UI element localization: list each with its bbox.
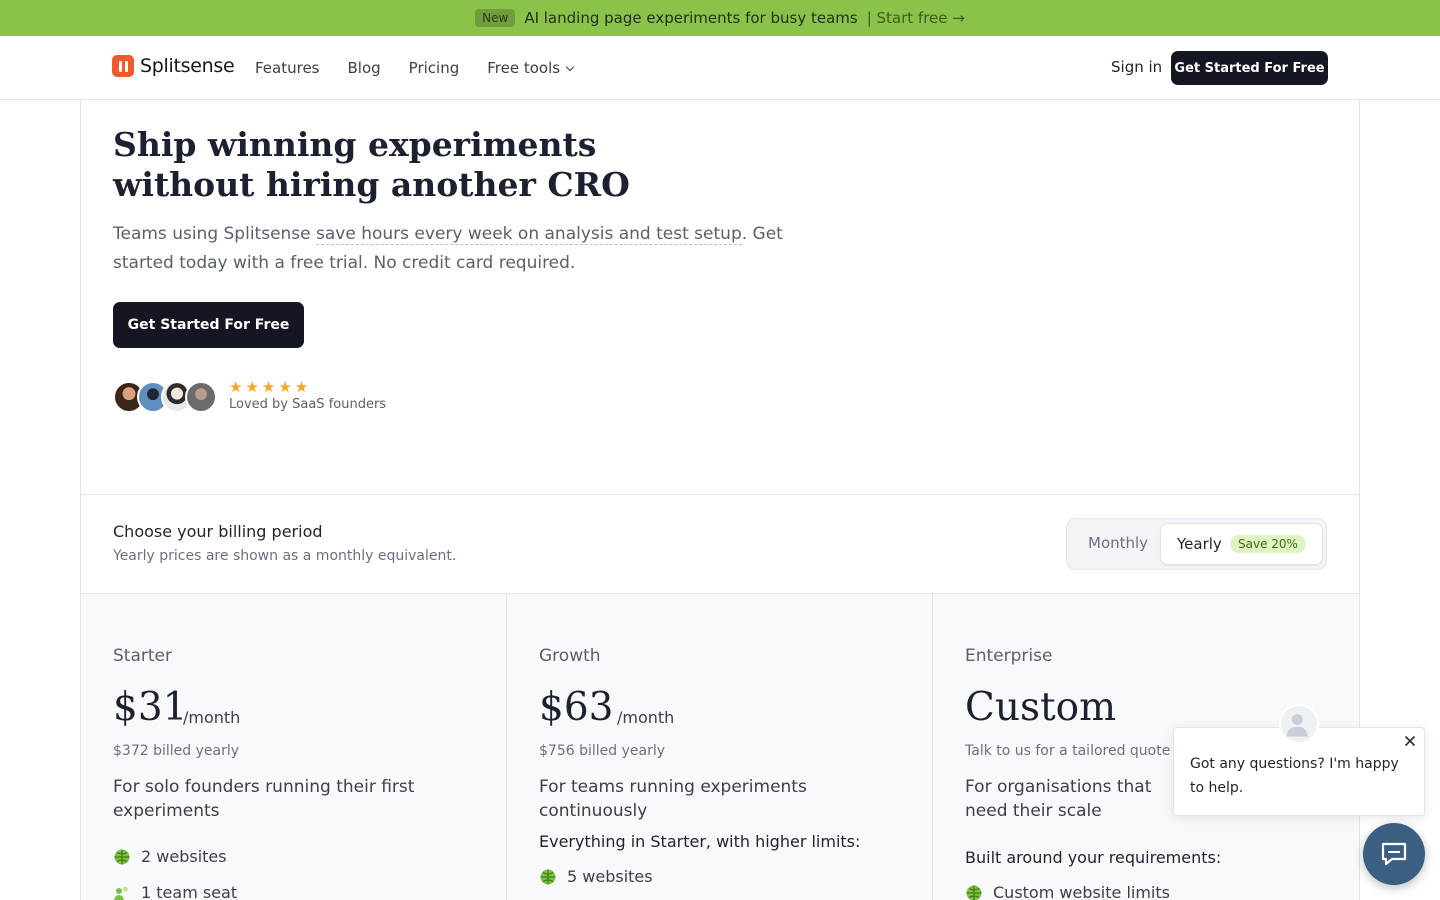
globe-icon — [114, 849, 130, 864]
plan-billed-growth: $756 billed yearly — [539, 743, 665, 759]
plan-name-starter: Starter — [113, 646, 172, 666]
plan-divider — [506, 594, 507, 900]
plan-billed-starter: $372 billed yearly — [113, 743, 239, 759]
nav-get-started-button[interactable]: Get Started For Free — [1171, 51, 1328, 85]
hero-title-line-2: without hiring another CRO — [113, 165, 630, 204]
logo-icon — [112, 55, 134, 77]
plan-description-enterprise: For organisations that need their scale — [965, 777, 1152, 821]
nav-dropdown-free-tools[interactable]: Free tools — [487, 59, 575, 77]
hero-sub-start: Teams using Splitsense — [113, 224, 317, 244]
nav-link-blog[interactable]: Blog — [348, 59, 381, 77]
chat-agent-avatar — [1279, 704, 1319, 744]
hero-sub-highlight: save hours every week on analysis and te… — [316, 224, 742, 245]
founder-avatars — [113, 381, 217, 413]
plan-description-growth: For teams running experiments continuous… — [539, 777, 807, 821]
plan-feature: 1 team seat — [113, 883, 237, 900]
hero-get-started-button[interactable]: Get Started For Free — [113, 302, 304, 348]
free-tools-label: Free tools — [487, 59, 561, 77]
plan-subheading-enterprise: Built around your requirements: — [965, 848, 1222, 867]
hero-subtitle: Teams using Splitsense save hours every … — [113, 220, 813, 278]
hero-title: Ship winning experiments without hiring … — [113, 125, 813, 205]
chat-launcher-button[interactable] — [1363, 823, 1425, 885]
nav-link-pricing[interactable]: Pricing — [409, 59, 460, 77]
banner-message: AI landing page experiments for busy tea… — [524, 9, 858, 27]
plan-feature: 2 websites — [113, 847, 227, 866]
plan-feature-text: 5 websites — [567, 867, 653, 886]
plan-feature-text: 1 team seat — [141, 883, 238, 900]
banner-start-free-link[interactable]: | Start free → — [867, 9, 965, 27]
plan-feature-text: Custom website limits — [993, 883, 1170, 900]
plan-period-growth: /month — [617, 708, 675, 727]
plan-price-starter: $31 — [113, 685, 188, 730]
sign-in-link[interactable]: Sign in — [1111, 58, 1162, 76]
plan-price-growth: $63 — [539, 685, 614, 730]
top-navigation: Splitsense Features Blog Pricing Free to… — [0, 36, 1440, 100]
nav-links: Features Blog Pricing Free tools — [255, 36, 575, 100]
globe-icon — [966, 885, 982, 900]
avatar — [185, 381, 217, 413]
brand-logo[interactable]: Splitsense — [112, 55, 235, 77]
new-badge: New — [475, 9, 516, 27]
plan-name-growth: Growth — [539, 646, 601, 666]
yearly-label: Yearly — [1177, 535, 1222, 553]
plan-feature-text: 2 websites — [141, 847, 227, 866]
plan-feature: 5 websites — [539, 867, 653, 886]
plan-divider — [932, 594, 933, 900]
billing-note: Yearly prices are shown as a monthly equ… — [113, 548, 457, 564]
save-badge: Save 20% — [1230, 535, 1306, 553]
brand-name: Splitsense — [140, 55, 235, 77]
plan-subheading-growth: Everything in Starter, with higher limit… — [539, 832, 861, 851]
plan-name-enterprise: Enterprise — [965, 646, 1053, 666]
nav-link-features[interactable]: Features — [255, 59, 320, 77]
billing-option-yearly[interactable]: Yearly Save 20% — [1160, 523, 1323, 565]
team-seat-icon — [114, 886, 128, 900]
hero-title-line-1: Ship winning experiments — [113, 125, 597, 164]
chevron-down-icon — [565, 62, 575, 72]
plan-billed-enterprise: Talk to us for a tailored quote — [965, 743, 1171, 759]
star-rating: ★★★★★ — [229, 378, 312, 396]
plan-price-enterprise: Custom — [965, 685, 1117, 730]
globe-icon — [540, 869, 556, 884]
billing-title: Choose your billing period — [113, 522, 323, 541]
chat-message-text: Got any questions? I'm happy to help. — [1190, 756, 1399, 796]
billing-option-monthly[interactable]: Monthly — [1088, 534, 1148, 552]
plan-feature: Custom website limits — [965, 883, 1170, 900]
announcement-banner[interactable]: New AI landing page experiments for busy… — [0, 0, 1440, 36]
plan-description-starter: For solo founders running their first ex… — [113, 777, 415, 821]
close-icon[interactable] — [1402, 733, 1418, 749]
plan-period-starter: /month — [183, 708, 241, 727]
user-icon — [1286, 714, 1308, 737]
social-proof-text: Loved by SaaS founders — [229, 397, 387, 412]
chat-icon — [1381, 842, 1407, 866]
